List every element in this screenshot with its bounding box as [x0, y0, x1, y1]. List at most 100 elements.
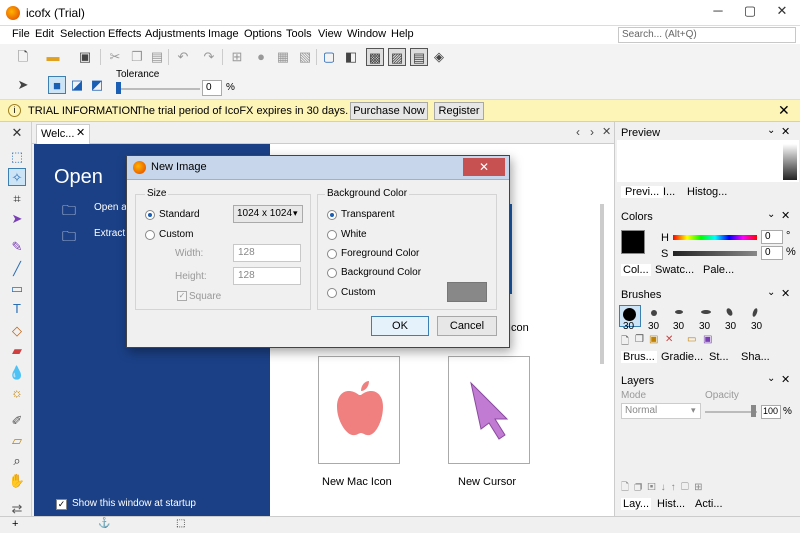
brush-copy-icon[interactable]: ❐	[635, 334, 644, 345]
magic-wand-icon[interactable]: ✧	[8, 168, 26, 186]
batch-icon[interactable]: ◧	[342, 48, 360, 66]
cut-icon[interactable]: ✂	[106, 48, 124, 66]
tab-preview[interactable]: Previ...	[621, 186, 664, 198]
crop-icon[interactable]: ⌗	[8, 190, 26, 208]
tolerance-slider-handle[interactable]	[116, 82, 121, 94]
square-checkbox[interactable]: ✓	[177, 291, 187, 301]
transparency-icon[interactable]: ▤	[410, 48, 428, 66]
white-radio[interactable]	[327, 230, 337, 240]
layers-close-icon[interactable]: ✕	[781, 373, 790, 386]
layers-stack-icon[interactable]: ◈	[430, 48, 448, 66]
background-color-radio[interactable]	[327, 268, 337, 278]
grid-icon[interactable]: ▩	[366, 48, 384, 66]
hue-slider[interactable]	[673, 235, 757, 240]
brush-tilted-icon[interactable]	[751, 307, 759, 318]
tab-swatches[interactable]: Swatc...	[655, 264, 694, 276]
brush-delete-icon[interactable]: ✕	[665, 334, 673, 345]
extract-link[interactable]: Extract i	[94, 228, 130, 239]
tab-scroll-left-icon[interactable]: ‹	[576, 125, 580, 139]
menu-window[interactable]: Window	[347, 28, 386, 40]
windows-icon[interactable]: ⊞	[228, 48, 246, 66]
colors-menu-icon[interactable]: ⌄	[767, 209, 775, 220]
foreground-color-swatch[interactable]	[621, 230, 645, 254]
add-icon[interactable]: +	[12, 518, 18, 530]
tab-colors[interactable]: Col...	[621, 264, 651, 276]
pixel-grid-icon[interactable]: ▨	[388, 48, 406, 66]
brush-soft-icon[interactable]	[651, 310, 657, 316]
tab-layers[interactable]: Lay...	[621, 498, 652, 510]
brush-save-icon[interactable]: ▣	[703, 334, 712, 345]
selection-mode-new-icon[interactable]: ■	[48, 76, 66, 94]
menu-image[interactable]: Image	[208, 28, 239, 40]
height-field[interactable]: 128	[233, 267, 301, 285]
menu-adjustments[interactable]: Adjustments	[145, 28, 206, 40]
open-folder-icon[interactable]: ▬	[44, 48, 62, 66]
menu-help[interactable]: Help	[391, 28, 414, 40]
ruler-icon[interactable]: ▱	[8, 432, 26, 450]
selection-mode-add-icon[interactable]: ◪	[68, 76, 86, 94]
extract-icon[interactable]: ▦	[274, 48, 292, 66]
rect-select-icon[interactable]: ⬚	[8, 148, 26, 166]
ok-button[interactable]: OK	[371, 316, 429, 336]
hue-input[interactable]: 0	[761, 230, 783, 244]
new-image-icon[interactable]: ▢	[320, 48, 338, 66]
blur-icon[interactable]: 💧	[8, 364, 26, 382]
opacity-slider-handle[interactable]	[751, 405, 756, 417]
dodge-icon[interactable]: ☼	[8, 384, 26, 402]
brush-folder-icon[interactable]: ▭	[687, 334, 696, 345]
pencil-icon[interactable]: ✎	[8, 238, 26, 256]
custom-size-radio[interactable]	[145, 230, 155, 240]
menu-selection[interactable]: Selection	[60, 28, 105, 40]
tolerance-slider[interactable]	[116, 88, 200, 90]
new-file-icon[interactable]: 🗋	[14, 48, 32, 66]
content-scrollbar[interactable]	[600, 204, 604, 364]
move-icon[interactable]: ➤	[8, 210, 26, 228]
tab-scroll-right-icon[interactable]: ›	[590, 125, 594, 139]
purchase-now-button[interactable]: Purchase Now	[350, 102, 428, 120]
cancel-button[interactable]: Cancel	[437, 316, 497, 336]
foreground-color-radio[interactable]	[327, 249, 337, 259]
tab-history[interactable]: Hist...	[657, 498, 685, 510]
register-button[interactable]: Register	[434, 102, 484, 120]
tab-shapes[interactable]: Sha...	[741, 351, 770, 363]
new-cursor-card[interactable]	[448, 356, 530, 464]
width-field[interactable]: 128	[233, 244, 301, 262]
menu-options[interactable]: Options	[244, 28, 282, 40]
brushes-menu-icon[interactable]: ⌄	[767, 287, 775, 298]
saturation-input[interactable]: 0	[761, 246, 783, 260]
opacity-slider[interactable]	[705, 411, 757, 413]
transparent-radio[interactable]	[327, 210, 337, 220]
minimize-button[interactable]: ─	[704, 2, 732, 20]
brushes-close-icon[interactable]: ✕	[781, 287, 790, 300]
colors-close-icon[interactable]: ✕	[781, 209, 790, 222]
preview-menu-icon[interactable]: ⌄	[767, 125, 775, 136]
tab-brushes[interactable]: Brus...	[621, 351, 657, 363]
tab-styles[interactable]: St...	[709, 351, 729, 363]
paste-icon[interactable]: ▤	[148, 48, 166, 66]
opacity-input[interactable]: 100	[761, 405, 781, 419]
blend-mode-select[interactable]: Normal	[621, 403, 701, 419]
maximize-button[interactable]: ▢	[736, 2, 764, 20]
undo-icon[interactable]: ↶	[174, 48, 192, 66]
custom-color-swatch[interactable]	[447, 282, 487, 302]
tolerance-input[interactable]: 0	[202, 80, 222, 96]
tab-palettes[interactable]: Pale...	[703, 264, 734, 276]
brush-ellipse-icon[interactable]	[701, 310, 711, 314]
layer-action-icons[interactable]: 🗋❐▣↓↑▢⊞	[621, 480, 707, 497]
tab-histogram[interactable]: Histog...	[687, 186, 727, 198]
color-picker-icon[interactable]: ✐	[8, 412, 26, 430]
close-tab-icon[interactable]: ✕	[76, 126, 85, 139]
copy-icon[interactable]: ❐	[128, 48, 146, 66]
tab-info[interactable]: I...	[663, 186, 675, 198]
show-startup-checkbox[interactable]: ✓	[56, 499, 67, 510]
brush-angled-icon[interactable]	[725, 307, 734, 317]
zoom-icon[interactable]: ⌕	[8, 452, 26, 470]
eraser-icon[interactable]: ▰	[8, 342, 26, 360]
menu-edit[interactable]: Edit	[35, 28, 54, 40]
brush-import-icon[interactable]: ▣	[649, 334, 658, 345]
line-icon[interactable]: ╱	[8, 260, 26, 278]
extract-folder-icon[interactable]: 🗀	[62, 226, 76, 250]
preview-close-icon[interactable]: ✕	[781, 125, 790, 138]
tabs-close-all-icon[interactable]: ✕	[602, 125, 611, 138]
fill-bucket-icon[interactable]: ◇	[8, 322, 26, 340]
